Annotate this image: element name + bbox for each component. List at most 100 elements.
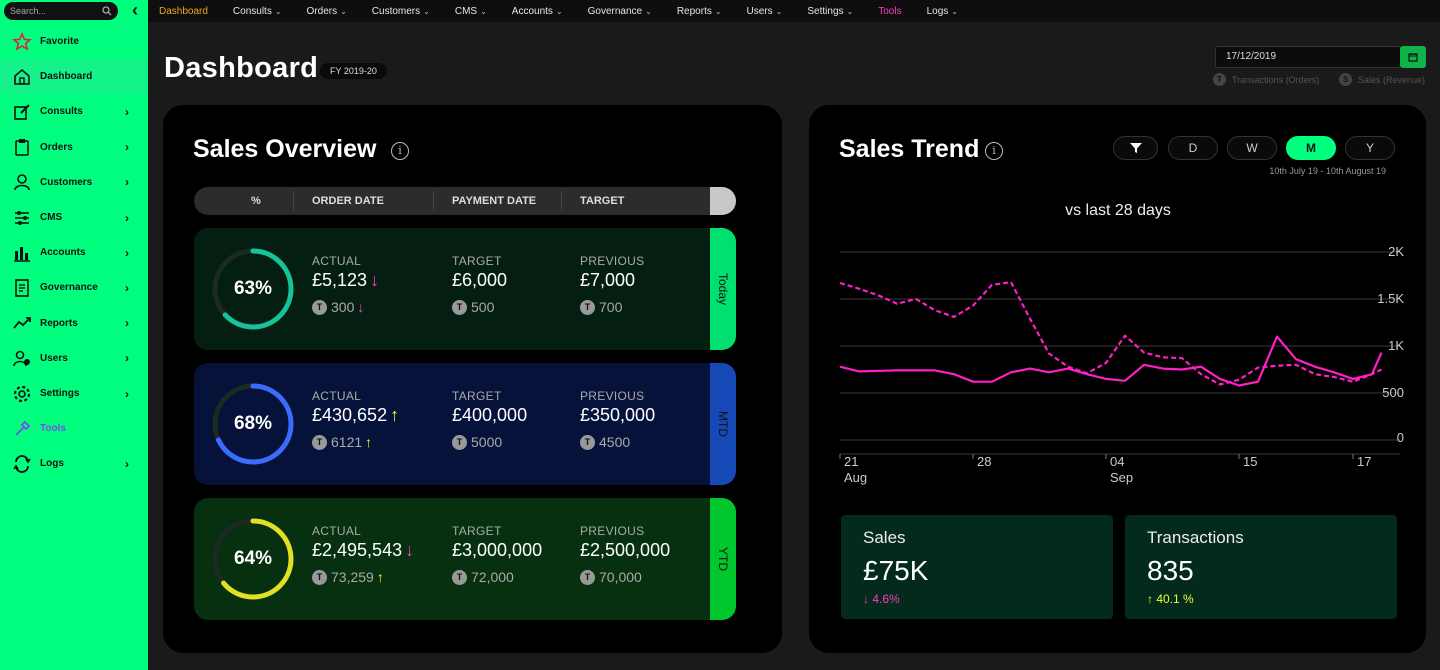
sidebar-item-consults[interactable]: Consults › [0, 94, 148, 129]
sidebar-item-dashboard[interactable]: Dashboard [0, 59, 148, 95]
sales-trend-info-icon[interactable]: i [985, 142, 1003, 160]
filter-button[interactable] [1113, 136, 1158, 160]
topnav-tools[interactable]: Tools [878, 6, 901, 17]
transaction-badge-icon: T [452, 434, 467, 450]
topnav-orders[interactable]: Orders ⌄ [307, 6, 347, 17]
sidebar-item-cms[interactable]: CMS › [0, 200, 148, 235]
previous-transactions: 70,000 [599, 569, 642, 585]
period-tab-today[interactable]: Today [710, 228, 736, 350]
user-icon [12, 172, 32, 192]
x-tick-label: 21 [844, 454, 858, 469]
sidebar-item-customers[interactable]: Customers › [0, 165, 148, 200]
actual-column: ACTUAL £430,652 ↑ T 6121 ↑ [312, 389, 399, 450]
chevron-down-icon: ⌄ [645, 6, 652, 16]
sidebar-item-label: CMS [40, 212, 63, 223]
transaction-badge-icon: T [452, 569, 467, 585]
sidebar-item-label: Accounts [40, 247, 86, 259]
y-tick-label: 1.5K [1377, 291, 1404, 306]
target-caption: TARGET [452, 254, 502, 268]
period-tab-mtd[interactable]: MTD [710, 363, 736, 485]
chevron-right-icon: › [125, 175, 129, 190]
topnav-label: CMS [454, 5, 478, 17]
overview-row-ytd: 64% ACTUAL £2,495,543 ↓ T 73,259 ↑ TARGET £… [194, 498, 736, 620]
topnav-accounts[interactable]: Accounts ⌄ [512, 6, 563, 17]
sidebar-item-tools[interactable]: Tools [0, 411, 148, 446]
x-tick-month-label: Sep [1110, 470, 1133, 485]
target-value: £400,000 [452, 405, 528, 425]
down-arrow-icon: ↓ [357, 299, 365, 315]
legend-sales-label: Sales (Revenue) [1358, 74, 1426, 85]
collapse-sidebar-button[interactable]: ‹ [126, 1, 144, 21]
chevron-right-icon: › [125, 386, 129, 401]
sidebar-item-logs[interactable]: Logs › [0, 446, 148, 481]
progress-ring: 63% [210, 246, 296, 332]
topnav-label: Logs [926, 5, 949, 17]
col-order-date[interactable]: ORDER DATE [312, 195, 384, 207]
previous-value: £350,000 [580, 405, 656, 425]
previous-column: PREVIOUS £7,000 T 700 [580, 254, 644, 315]
period-button-m[interactable]: M [1286, 136, 1336, 160]
users-icon [12, 348, 32, 368]
period-tab-ytd[interactable]: YTD [710, 498, 736, 620]
sidebar-item-label: Consults [40, 106, 83, 118]
topnav-customers[interactable]: Customers ⌄ [372, 6, 430, 17]
sidebar-item-reports[interactable]: Reports › [0, 306, 148, 341]
sidebar-item-label: Favorite [40, 36, 79, 47]
chart-title: vs last 28 days [1065, 202, 1171, 219]
period-tab-label: MTD [716, 411, 730, 437]
document-icon [12, 278, 32, 298]
sales-overview-info-icon[interactable]: i [391, 142, 409, 160]
down-arrow-icon: ↓ [863, 592, 873, 606]
period-button-y[interactable]: Y [1345, 136, 1395, 160]
topnav-governance[interactable]: Governance ⌄ [588, 6, 652, 17]
sidebar-item-users[interactable]: Users › [0, 341, 148, 376]
actual-transactions: 6121 [331, 434, 363, 450]
target-column: TARGET £3,000,000 T 72,000 [452, 524, 542, 585]
topnav-cms[interactable]: CMS ⌄ [455, 6, 487, 17]
sales-change-value: 4.6% [872, 592, 900, 606]
sidebar-item-label: Users [40, 352, 68, 364]
topnav-users[interactable]: Users ⌄ [747, 6, 783, 17]
chevron-down-icon: ⌄ [423, 6, 430, 16]
overview-row-mtd: 68% ACTUAL £430,652 ↑ T 6121 ↑ TARGET £400,… [194, 363, 736, 485]
chevron-right-icon: › [125, 140, 129, 155]
sidebar-item-label: Orders [40, 141, 73, 153]
sidebar-item-favorite[interactable]: Favorite [0, 24, 148, 59]
actual-caption: ACTUAL [312, 389, 362, 403]
star-icon [12, 31, 32, 52]
sidebar-item-label: Reports [40, 317, 78, 329]
calendar-button[interactable] [1400, 46, 1426, 68]
topnav-dashboard[interactable]: Dashboard [159, 6, 208, 17]
sidebar-item-settings[interactable]: Settings › [0, 376, 148, 411]
filter-icon [1129, 143, 1142, 153]
sidebar-item-orders[interactable]: Orders › [0, 130, 148, 165]
up-arrow-icon: ↑ [365, 434, 373, 450]
topnav-reports[interactable]: Reports ⌄ [677, 6, 722, 17]
topnav-logs[interactable]: Logs ⌄ [927, 6, 958, 17]
col-payment-date[interactable]: PAYMENT DATE [452, 195, 536, 207]
x-tick-label: 17 [1357, 454, 1371, 469]
chevron-down-icon: ⌄ [555, 6, 563, 16]
actual-value: £430,652 [312, 405, 388, 425]
chevron-right-icon: › [125, 245, 129, 260]
period-button-w[interactable]: W [1227, 136, 1277, 160]
topnav-label: Settings [807, 5, 844, 17]
target-transactions: 500 [471, 299, 495, 315]
topnav-label: Governance [587, 5, 643, 17]
sidebar-item-governance[interactable]: Governance › [0, 270, 148, 305]
period-button-d[interactable]: D [1168, 136, 1218, 160]
col-target[interactable]: TARGET [580, 195, 624, 207]
up-arrow-icon: ↑ [1147, 592, 1157, 606]
sidebar-search-input[interactable]: Search... [4, 2, 118, 20]
target-caption: TARGET [452, 389, 502, 403]
topnav-label: Customers [371, 5, 421, 17]
transaction-badge-icon: T [312, 434, 327, 450]
down-arrow-icon: ↓ [405, 540, 415, 560]
sidebar-item-accounts[interactable]: Accounts › [0, 235, 148, 270]
actual-caption: ACTUAL [312, 524, 362, 538]
topnav-settings[interactable]: Settings ⌄ [807, 6, 853, 17]
date-input[interactable]: 17/12/2019 [1215, 46, 1401, 68]
sidebar-item-label: Tools [40, 423, 66, 435]
target-column: TARGET £6,000 T 500 [452, 254, 507, 315]
topnav-consults[interactable]: Consults ⌄ [233, 6, 282, 17]
